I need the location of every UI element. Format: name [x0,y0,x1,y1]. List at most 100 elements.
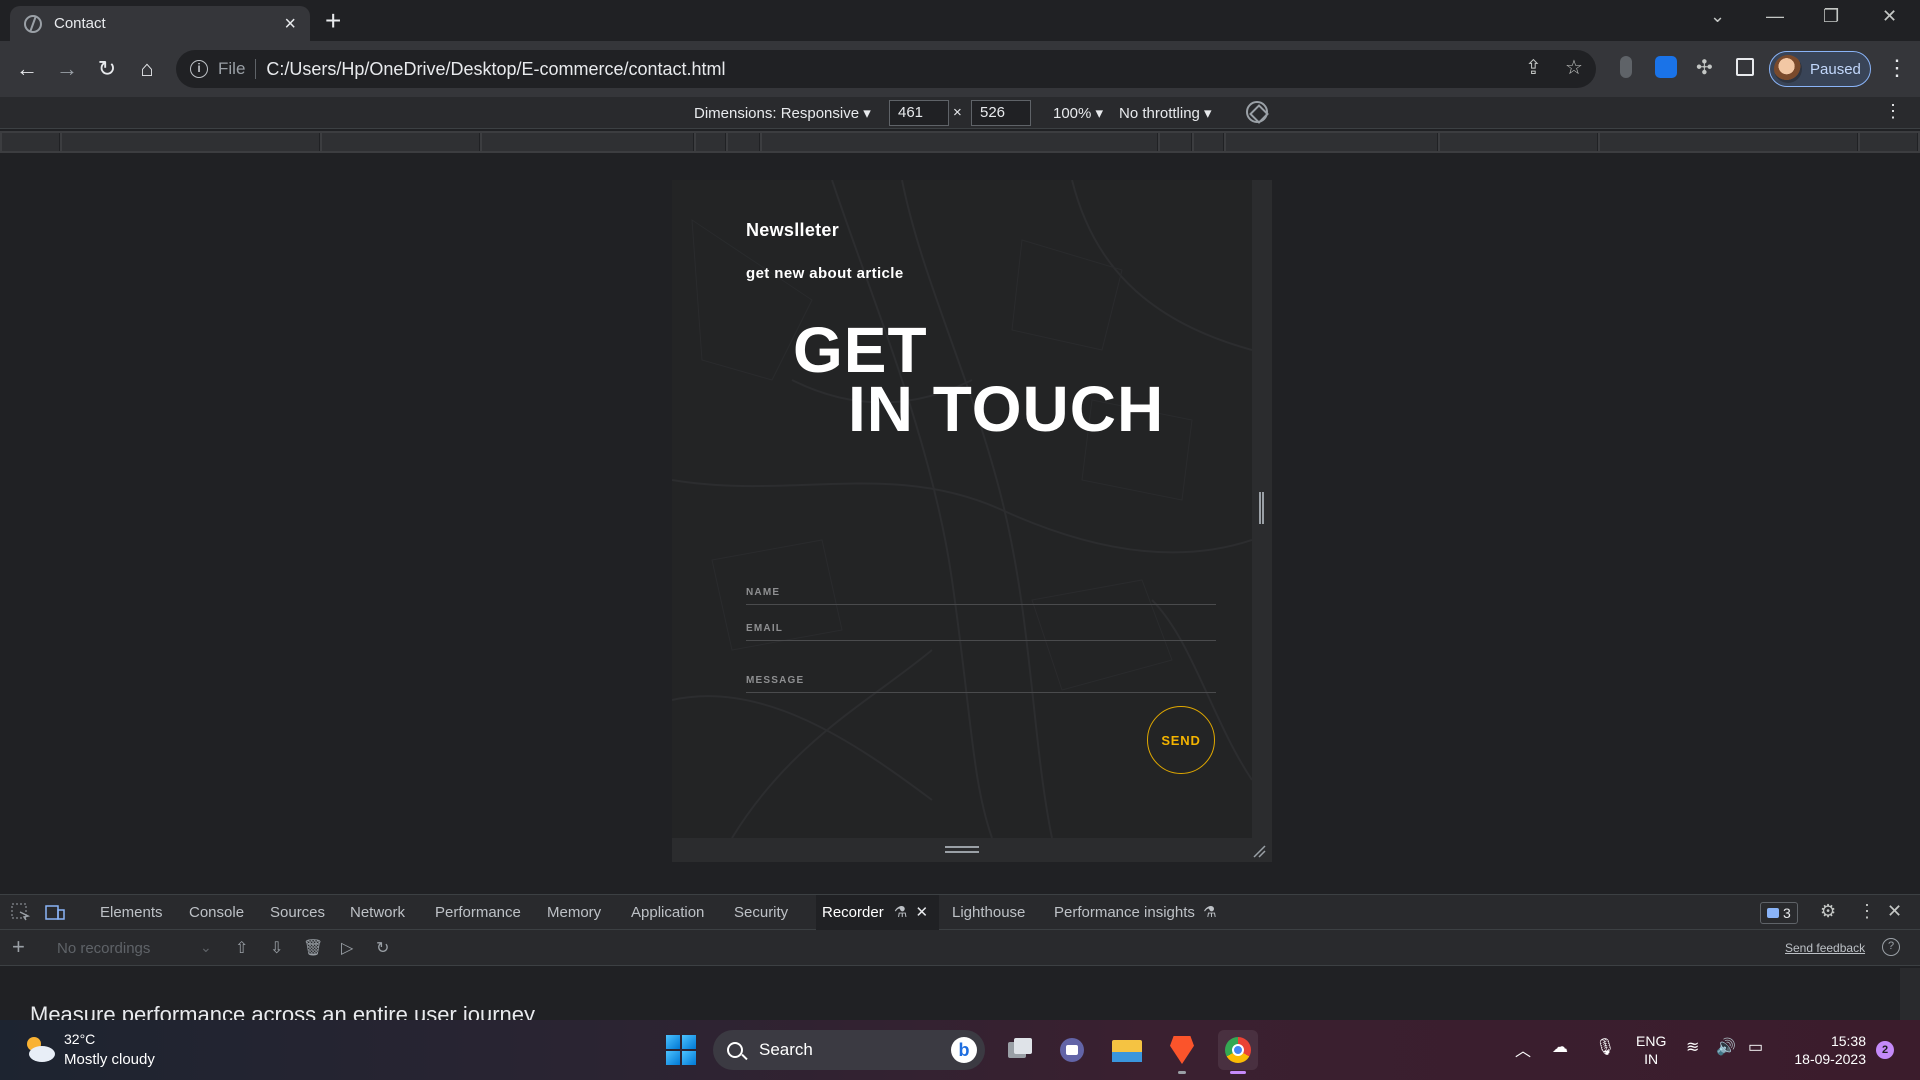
rotate-icon[interactable] [1246,101,1268,123]
extension-icon[interactable] [1620,56,1632,78]
recorder-headline: Measure performance across an entire use… [30,1002,536,1020]
media-query-segment[interactable] [62,133,320,151]
media-query-segment[interactable] [762,133,1158,151]
reload-button[interactable]: ↻ [93,55,121,83]
media-query-segment[interactable] [322,133,480,151]
share-icon[interactable]: ⇪ [1525,55,1542,80]
notification-badge[interactable]: 2 [1876,1041,1894,1059]
taskbar-search[interactable]: Search b [713,1030,985,1070]
dimensions-dropdown[interactable]: Dimensions: Responsive ▾ [694,104,871,122]
delete-icon[interactable]: 🗑 [303,938,323,958]
media-query-segment[interactable] [1860,133,1918,151]
tab-performance[interactable]: Performance [429,895,527,930]
onedrive-cloud-icon[interactable]: ☁ [1552,1037,1568,1057]
media-query-segment[interactable] [1226,133,1438,151]
start-windows-icon[interactable] [666,1035,696,1065]
name-field[interactable]: NAME [746,587,1216,605]
forward-button[interactable]: → [53,55,81,83]
tab-application[interactable]: Application [625,895,710,930]
weather-temperature[interactable]: 32°C [64,1031,95,1047]
corner-resize-icon[interactable] [1252,844,1266,858]
extensions-puzzle-icon[interactable]: ✣ [1696,55,1713,80]
chevron-down-icon[interactable]: ⌄ [200,939,212,956]
teams-meet-icon[interactable] [1052,1030,1092,1070]
bookmark-star-icon[interactable]: ☆ [1565,55,1583,80]
throttling-dropdown[interactable]: No throttling ▾ [1119,104,1212,122]
new-tab-button[interactable]: + [325,6,341,36]
profile-button[interactable]: Paused [1769,51,1871,87]
battery-icon[interactable]: ▭ [1748,1037,1763,1057]
close-devtools-icon[interactable]: ✕ [1887,901,1902,922]
tab-memory[interactable]: Memory [541,895,607,930]
recordings-select[interactable]: No recordings [57,940,150,957]
import-icon[interactable]: ⇩ [270,938,283,958]
media-query-segment[interactable] [1440,133,1598,151]
export-icon[interactable]: ⇧ [235,938,248,958]
minimize-button[interactable]: — [1766,6,1784,27]
repeat-icon[interactable]: ↻ [376,938,389,958]
restore-button[interactable]: ❐ [1823,6,1839,27]
show-hidden-icons-chevron-icon[interactable]: ︿ [1515,1037,1531,1061]
browser-tab-contact[interactable]: Contact × [10,6,310,41]
volume-icon[interactable]: 🔊 [1716,1037,1736,1057]
home-button[interactable]: ⌂ [133,55,161,83]
send-feedback-link[interactable]: Send feedback [1785,941,1865,955]
media-query-segment[interactable] [696,133,726,151]
tab-search-chevron-icon[interactable]: ⌄ [1710,6,1725,27]
address-bar[interactable]: i File C:/Users/Hp/OneDrive/Desktop/E-co… [176,50,1596,88]
media-query-segment[interactable] [482,133,694,151]
panel-scrollbar[interactable] [1900,968,1920,1020]
zoom-dropdown[interactable]: 100% ▾ [1053,104,1103,122]
clock[interactable]: 15:38 18-09-2023 [1786,1032,1866,1068]
tab-elements[interactable]: Elements [94,895,169,930]
file-explorer-icon[interactable] [1107,1030,1147,1070]
device-toggle-icon[interactable] [45,903,65,921]
weather-description[interactable]: Mostly cloudy [64,1051,155,1068]
back-button[interactable]: ← [13,55,41,83]
browser-menu-icon[interactable]: ⋮ [1886,55,1908,81]
wifi-icon[interactable]: ≋ [1686,1037,1699,1057]
media-query-segment[interactable] [1194,133,1224,151]
tab-performance-insights[interactable]: Performance insights ⚗ [1048,895,1223,930]
microphone-icon[interactable]: 🎙 [1595,1037,1615,1057]
message-field[interactable]: MESSAGE [746,675,1216,693]
bing-icon[interactable]: b [951,1037,977,1063]
inspect-element-icon[interactable] [11,903,31,921]
email-field[interactable]: EMAIL [746,623,1216,641]
task-view-icon[interactable] [1000,1030,1040,1070]
chrome-browser-icon[interactable] [1218,1030,1258,1074]
close-tab-icon[interactable]: ✕ [916,904,929,921]
tab-lighthouse[interactable]: Lighthouse [946,895,1031,930]
viewport-height-input[interactable]: 526 [971,100,1031,126]
profile-status: Paused [1810,60,1861,78]
create-recording-icon[interactable]: + [12,934,25,960]
tab-sources[interactable]: Sources [264,895,331,930]
viewport-resize-handle-bottom[interactable] [672,838,1272,862]
settings-gear-icon[interactable]: ⚙ [1820,901,1836,922]
close-tab-icon[interactable]: × [284,14,296,34]
tab-recorder[interactable]: Recorder ⚗ ✕ [816,895,939,930]
language-indicator[interactable]: ENG IN [1636,1032,1666,1068]
media-query-segment[interactable] [2,133,60,151]
side-panel-icon[interactable] [1736,58,1754,76]
replay-icon[interactable]: ▷ [341,938,353,958]
url-text[interactable]: C:/Users/Hp/OneDrive/Desktop/E-commerce/… [266,59,725,80]
media-query-segment[interactable] [1160,133,1192,151]
brave-browser-icon[interactable] [1162,1030,1202,1074]
close-window-button[interactable]: ✕ [1882,6,1897,27]
tab-network[interactable]: Network [344,895,411,930]
site-info-icon[interactable]: i [190,60,208,78]
tab-console[interactable]: Console [183,895,250,930]
tab-security[interactable]: Security [728,895,794,930]
device-toolbar-menu-icon[interactable]: ⋮ [1884,101,1902,122]
extension-blue-icon[interactable] [1655,56,1677,78]
help-icon[interactable]: ? [1882,938,1900,956]
devtools-menu-icon[interactable]: ⋮ [1858,901,1876,922]
send-button[interactable]: SEND [1147,706,1215,774]
media-query-segment[interactable] [1600,133,1858,151]
media-query-segment[interactable] [728,133,760,151]
viewport-resize-handle-right[interactable] [1252,180,1272,838]
viewport-width-input[interactable]: 461 [889,100,949,126]
issues-badge[interactable]: 3 [1760,902,1798,924]
weather-cloud-sun-icon[interactable] [22,1034,56,1064]
